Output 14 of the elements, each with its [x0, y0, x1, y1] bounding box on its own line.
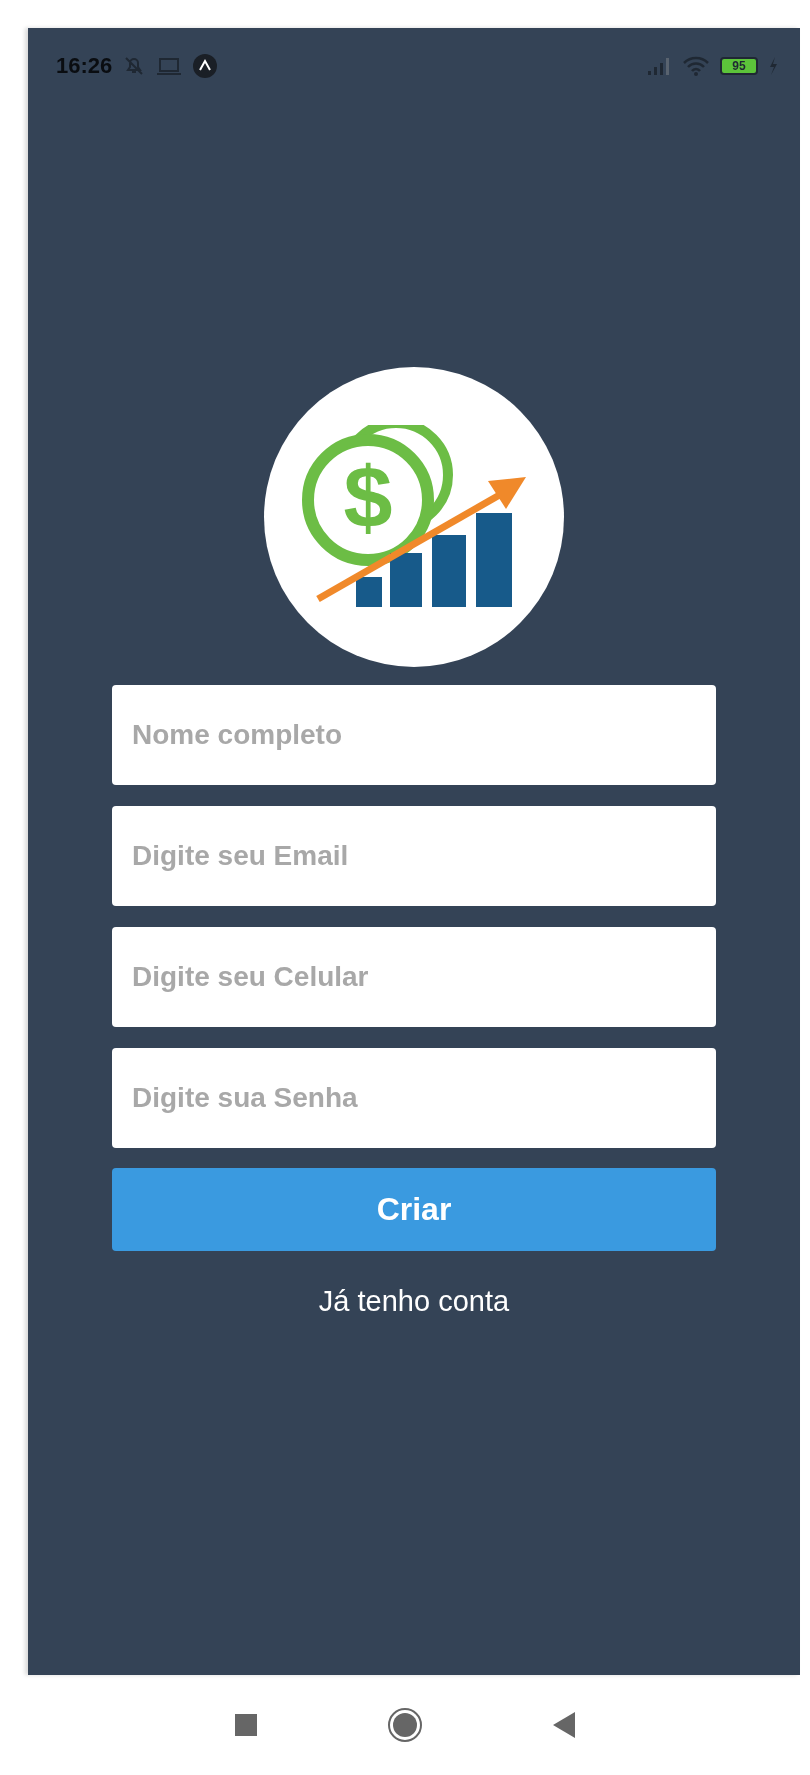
battery-indicator: 95 — [720, 57, 758, 75]
back-icon[interactable] — [553, 1712, 575, 1738]
status-time: 16:26 — [56, 53, 113, 79]
money-growth-logo-drawing: $ — [298, 425, 530, 609]
wifi-icon — [682, 55, 710, 77]
home-icon[interactable] — [387, 1707, 423, 1743]
text-field[interactable]: Digite seu Celular — [112, 927, 716, 1027]
text-field[interactable]: Digite seu Email — [112, 806, 716, 906]
login-link[interactable]: Já tenho conta — [314, 1281, 514, 1322]
signal-icon — [646, 56, 672, 76]
laptop-icon — [156, 55, 183, 77]
text-field[interactable]: Digite sua Senha — [112, 1048, 716, 1148]
app-icon — [192, 53, 219, 79]
text-field[interactable]: Nome completo — [112, 685, 716, 785]
